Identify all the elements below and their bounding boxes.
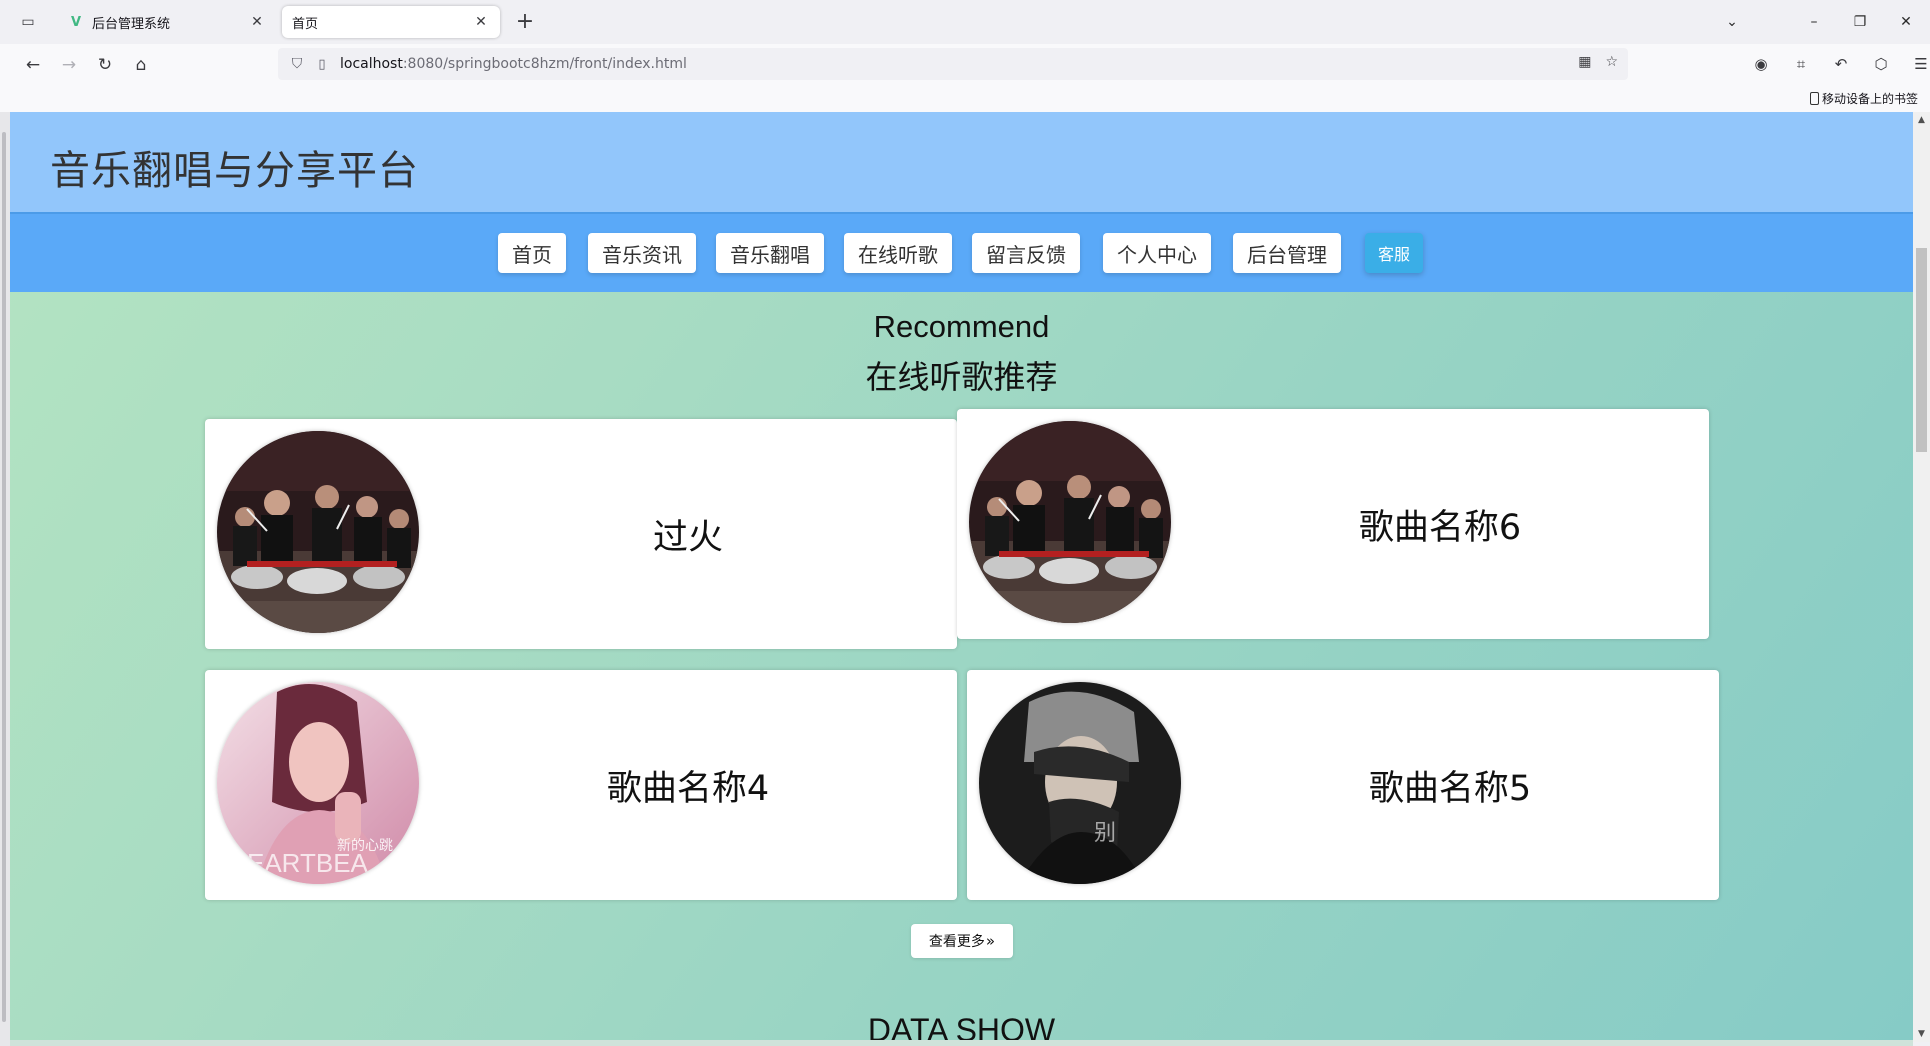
nav-feedback[interactable]: 留言反馈: [972, 233, 1080, 273]
url-path: :8080/springbootc8hzm/front/index.html: [402, 56, 687, 72]
nav-home[interactable]: 首页: [498, 233, 566, 273]
male-singer-cover-image: 别: [979, 682, 1181, 884]
double-chevron-right-icon: »: [985, 932, 996, 950]
scrollbar-thumb[interactable]: [1916, 248, 1927, 452]
nav-music-news[interactable]: 音乐资讯: [588, 233, 696, 273]
bookmark-star-icon[interactable]: ☆: [1605, 54, 1618, 70]
window-close-icon[interactable]: ✕: [1892, 10, 1920, 34]
screenshot-crop-icon[interactable]: ⌗: [1790, 52, 1812, 76]
browser-tab-home[interactable]: 首页 ✕: [282, 6, 500, 38]
bookmarks-toolbar: 移动设备上的书签: [0, 84, 1930, 112]
vertical-scrollbar[interactable]: ▲ ▼: [1913, 112, 1930, 1042]
tab-title: 后台管理系统: [92, 16, 171, 32]
shield-icon[interactable]: ⛉: [288, 56, 306, 72]
extensions-icon[interactable]: ⬡: [1870, 52, 1892, 76]
left-sidebar-edge: [0, 112, 10, 1046]
page-icon: ▯: [318, 56, 326, 72]
restore-icon[interactable]: ❐: [1846, 10, 1874, 34]
drum-ensemble-cover-image: [969, 421, 1171, 623]
section-title-en: Recommend: [873, 309, 1050, 344]
drum-ensemble-cover-image: [217, 431, 419, 633]
song-card[interactable]: 别 歌曲名称5: [967, 670, 1719, 900]
close-icon[interactable]: ✕: [472, 13, 490, 31]
data-show-title: DATA SHOW: [867, 1012, 1056, 1042]
browser-tab-bar: ▭ V 后台管理系统 ✕ 首页 ✕ + ⌄ – ❐ ✕: [0, 0, 1930, 44]
song-name[interactable]: 歌曲名称5: [1181, 670, 1719, 900]
url-host: localhost: [340, 56, 403, 72]
browser-navigation-bar: ← → ↻ ⌂ ⛉ ▯ localhost:8080/springbootc8h…: [0, 44, 1930, 84]
minimize-icon[interactable]: –: [1800, 10, 1828, 34]
female-singer-cover-image: EARTBEA 新的心跳: [217, 682, 419, 884]
svg-text:新的心跳: 新的心跳: [337, 838, 393, 854]
nav-music-cover[interactable]: 音乐翻唱: [716, 233, 824, 273]
svg-text:别: 别: [1094, 821, 1116, 846]
vue-icon: V: [70, 14, 82, 30]
customer-service-button[interactable]: 客服: [1365, 233, 1423, 273]
song-name[interactable]: 过火: [419, 419, 957, 649]
site-header: 音乐翻唱与分享平台: [10, 112, 1913, 212]
mobile-bookmarks[interactable]: 移动设备上的书签: [1809, 90, 1918, 107]
nav-admin[interactable]: 后台管理: [1233, 233, 1341, 273]
new-tab-icon[interactable]: +: [512, 10, 538, 36]
page-bottom-strip: [10, 1040, 1913, 1046]
tab-list-icon[interactable]: ▭: [18, 12, 38, 32]
song-name[interactable]: 歌曲名称6: [1171, 409, 1709, 639]
account-icon[interactable]: ◉: [1750, 52, 1772, 76]
qr-code-icon[interactable]: ▦: [1578, 54, 1591, 70]
song-name[interactable]: 歌曲名称4: [419, 670, 957, 900]
section-title-cn: 在线听歌推荐: [865, 358, 1058, 396]
mobile-bookmarks-label: 移动设备上的书签: [1821, 92, 1918, 106]
nav-online-listening[interactable]: 在线听歌: [844, 233, 952, 273]
tab-overflow-chevron-icon[interactable]: ⌄: [1718, 10, 1746, 34]
view-more-button[interactable]: 查看更多»: [911, 924, 1013, 958]
address-bar[interactable]: ⛉ ▯ localhost:8080/springbootc8hzm/front…: [278, 48, 1628, 80]
close-icon[interactable]: ✕: [248, 13, 266, 31]
page-viewport: 音乐翻唱与分享平台 首页 音乐资讯 音乐翻唱 在线听歌 留言反馈 个人中心 后台…: [10, 112, 1913, 1042]
tab-title: 首页: [292, 16, 319, 32]
song-card[interactable]: EARTBEA 新的心跳 歌曲名称4: [205, 670, 957, 900]
scroll-up-icon[interactable]: ▲: [1913, 112, 1930, 128]
back-icon[interactable]: ←: [20, 52, 46, 78]
song-card[interactable]: 过火: [205, 419, 957, 649]
menu-icon[interactable]: ☰: [1910, 52, 1930, 76]
browser-tab-admin[interactable]: V 后台管理系统 ✕: [58, 6, 276, 38]
reload-icon[interactable]: ↻: [92, 52, 118, 78]
view-more-label: 查看更多: [928, 934, 985, 950]
site-title: 音乐翻唱与分享平台: [50, 148, 419, 194]
scroll-down-icon[interactable]: ▼: [1913, 1026, 1930, 1042]
song-card[interactable]: 歌曲名称6: [957, 409, 1709, 639]
undo-icon[interactable]: ↶: [1830, 52, 1852, 76]
home-icon[interactable]: ⌂: [128, 52, 154, 78]
phone-icon: [1809, 92, 1819, 105]
site-nav: 首页 音乐资讯 音乐翻唱 在线听歌 留言反馈 个人中心 后台管理 客服: [10, 212, 1913, 292]
forward-icon[interactable]: →: [56, 52, 82, 78]
nav-personal-center[interactable]: 个人中心: [1103, 233, 1211, 273]
